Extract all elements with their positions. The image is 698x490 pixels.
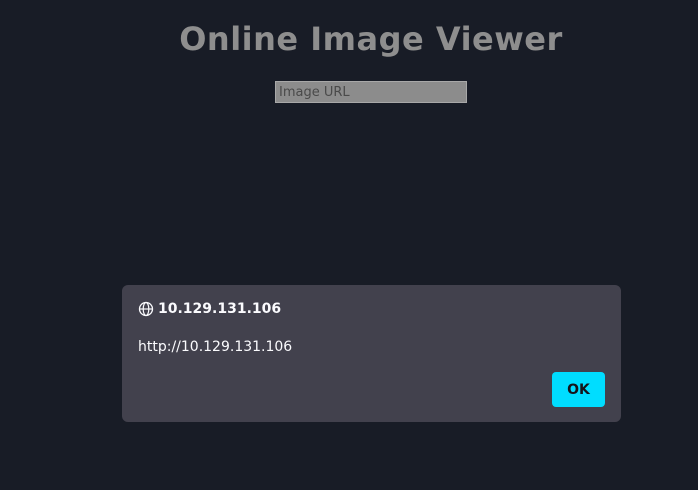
ok-button[interactable]: OK [552, 372, 605, 407]
dialog-message: http://10.129.131.106 [138, 339, 293, 355]
dialog-header: 10.129.131.106 [138, 300, 281, 318]
globe-icon [138, 301, 154, 317]
image-url-input[interactable] [275, 81, 467, 103]
dialog-title: 10.129.131.106 [158, 301, 282, 317]
page-title: Online Image Viewer [179, 20, 563, 58]
alert-dialog: 10.129.131.106 http://10.129.131.106 OK [122, 285, 621, 422]
